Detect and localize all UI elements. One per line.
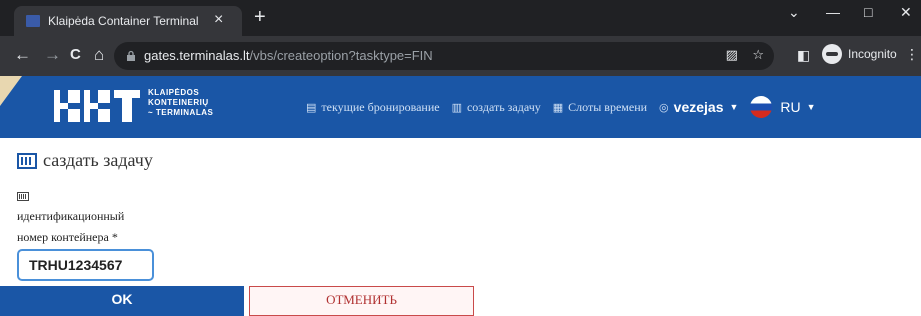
label-line-2: номер контейнера * (17, 230, 118, 244)
url-text: gates.terminalas.lt/vbs/createoption?tas… (144, 48, 433, 63)
omnibox-icons: ▨ ☆ (726, 47, 764, 63)
close-window-button[interactable]: ✕ (900, 4, 912, 21)
nav-item-label: создать задачу (466, 99, 541, 114)
side-panel-icon[interactable]: ◧ (797, 47, 810, 64)
logo-line: ~ TERMINALAS (148, 108, 214, 117)
minimize-button[interactable]: — (826, 4, 840, 20)
user-name: vezejas (673, 99, 724, 115)
user-icon: ◎ (659, 101, 669, 114)
tab-title: Klaipėda Container Terminal (48, 14, 199, 28)
translate-icon[interactable]: ▨ (726, 47, 738, 62)
page-title: саздать задачу (17, 150, 153, 171)
container-number-input[interactable] (17, 249, 154, 281)
truck-icon: ▤ (306, 101, 317, 114)
user-menu[interactable]: ◎ vezejas ▼ (659, 99, 738, 115)
tab-search-chevron-icon[interactable]: ⌄ (788, 4, 800, 21)
language-label: RU (780, 99, 801, 115)
corner-tab-shape (0, 76, 22, 106)
logo-line: KONTEINERIŲ (148, 98, 209, 107)
caret-down-icon: ▼ (806, 102, 816, 112)
nav-item-current-bookings[interactable]: ▤ текущие бронирование (306, 100, 440, 115)
maximize-button[interactable]: □ (864, 4, 872, 20)
container-small-icon (17, 192, 29, 201)
tab-favicon-icon (26, 15, 40, 27)
ok-button[interactable]: OK (0, 286, 244, 316)
address-bar[interactable]: gates.terminalas.lt/vbs/createoption?tas… (114, 42, 774, 70)
home-icon[interactable]: ⌂ (94, 45, 104, 65)
russia-flag-icon (750, 96, 773, 118)
browser-toolbar: ← → C ⌂ gates.terminalas.lt/vbs/createop… (0, 36, 921, 76)
incognito-icon (822, 44, 842, 64)
browser-menu-icon[interactable]: ⋮ (905, 46, 919, 63)
nav-item-label: текущие бронирование (321, 99, 440, 114)
forward-icon[interactable]: → (44, 45, 61, 65)
label-line-1: идентификационный (17, 209, 125, 223)
container-icon: ▥ (451, 101, 462, 114)
calendar-icon: ▦ (552, 101, 564, 114)
nav-item-label: Слоты времени (568, 99, 648, 114)
incognito-indicator[interactable]: Incognito (822, 44, 897, 64)
caret-down-icon: ▼ (729, 102, 739, 112)
nav-item-create-task[interactable]: ▥ создать задачу (452, 100, 541, 115)
url-path: /vbs/createoption?tasktype=FIN (249, 48, 433, 63)
incognito-label: Incognito (848, 47, 897, 61)
back-icon[interactable]: ← (14, 45, 31, 65)
kkt-logo-mark[interactable] (54, 90, 140, 122)
logo-line: KLAIPĖDOS (148, 88, 200, 97)
tab-close-icon[interactable]: × (214, 11, 223, 29)
lock-icon (127, 50, 135, 61)
nav-item-time-slots[interactable]: ▦ Слоты времени (553, 100, 647, 115)
new-tab-button[interactable]: + (254, 6, 266, 28)
cancel-button[interactable]: ОТМЕНИТЬ (249, 286, 474, 316)
url-host: gates.terminalas.lt (144, 48, 250, 63)
container-id-label: идентификационный номер контейнера * (17, 206, 124, 248)
language-menu[interactable]: RU ▼ (750, 96, 816, 118)
bookmark-star-icon[interactable]: ☆ (752, 47, 764, 62)
reload-icon[interactable]: C (70, 45, 81, 65)
browser-tab[interactable]: Klaipėda Container Terminal × (14, 6, 242, 36)
browser-tabstrip: Klaipėda Container Terminal × + ⌄ — □ ✕ (0, 0, 921, 36)
logo-text: KLAIPĖDOS KONTEINERIŲ ~ TERMINALAS (148, 88, 213, 118)
main-nav: ▤ текущие бронирование ▥ создать задачу … (306, 96, 828, 118)
site-header: KLAIPĖDOS KONTEINERIŲ ~ TERMINALAS ▤ тек… (0, 76, 921, 138)
container-icon (17, 152, 37, 169)
page-title-text: саздать задачу (43, 150, 153, 170)
